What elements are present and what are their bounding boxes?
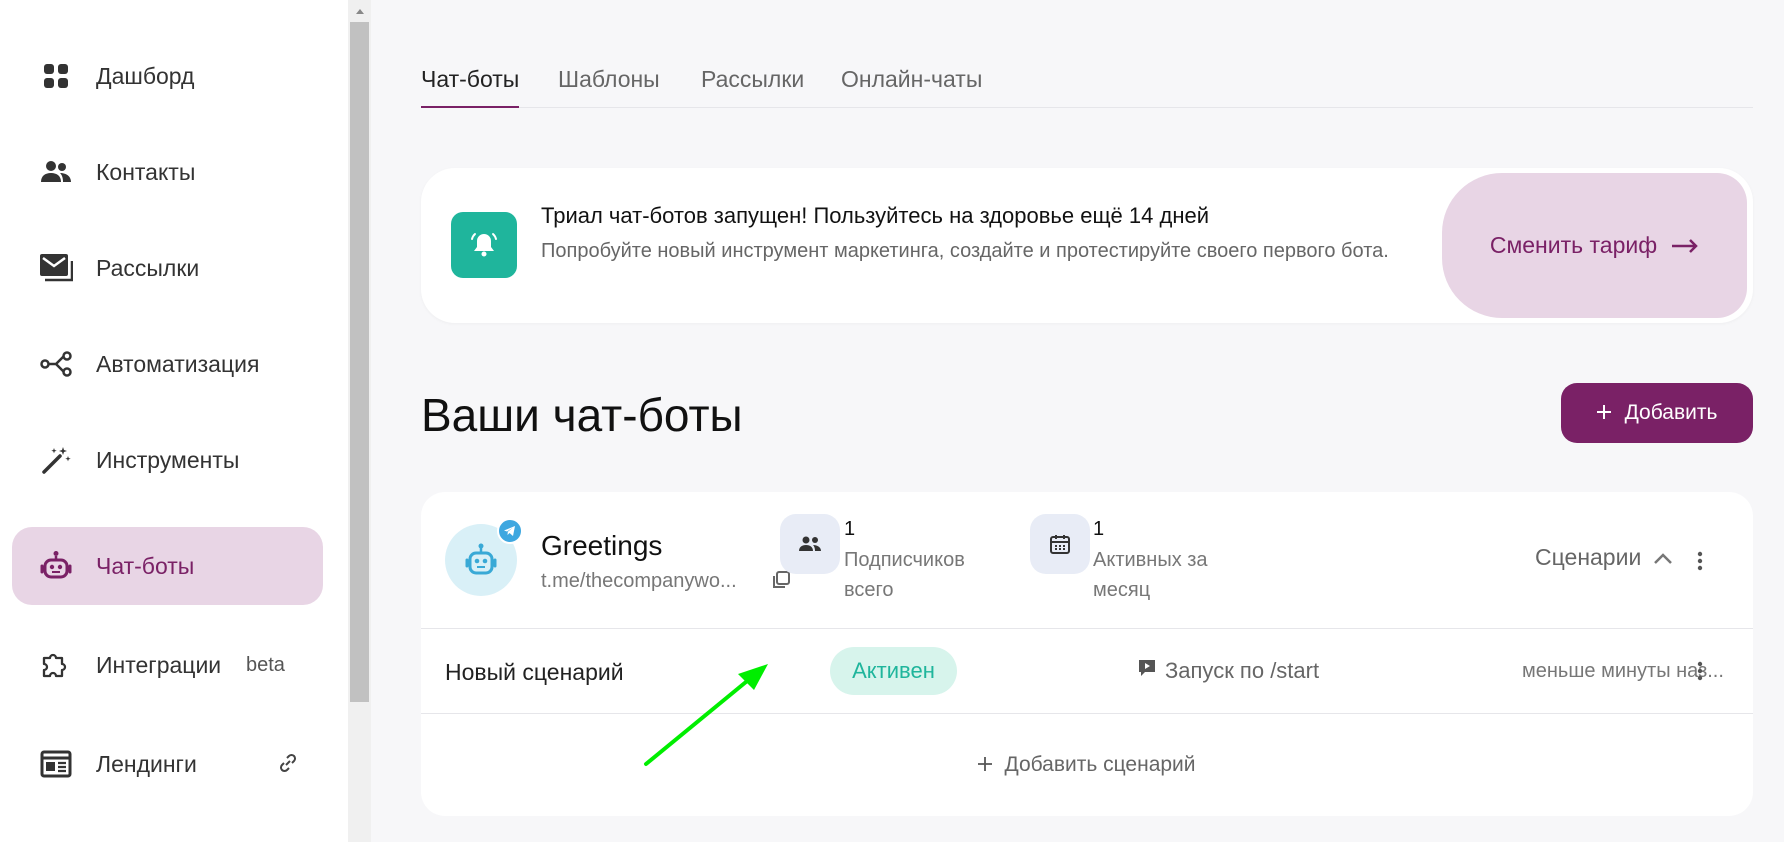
landing-icon [38, 746, 74, 782]
scenario-name[interactable]: Новый сценарий [445, 659, 624, 686]
sidebar-item-contacts[interactable]: Контакты [12, 133, 323, 211]
bot-name[interactable]: Greetings [541, 530, 662, 562]
subscribers-label: Подписчиков всего [844, 549, 965, 601]
copy-icon[interactable] [771, 570, 795, 594]
chatbot-header-row: Greetings t.me/thecompanywo... 1 Подписч… [421, 492, 1753, 629]
sidebar-scrollbar[interactable] [348, 0, 371, 842]
sidebar-item-automation[interactable]: Автоматизация [12, 325, 323, 403]
dashboard-icon [38, 58, 74, 94]
change-plan-button[interactable]: Сменить тариф [1442, 173, 1747, 318]
status-badge: Активен [830, 647, 957, 695]
add-scenario-label: Добавить сценарий [1004, 753, 1196, 776]
trial-banner: Триал чат-ботов запущен! Пользуйтесь на … [421, 168, 1753, 323]
main-content: Чат-боты Шаблоны Рассылки Онлайн-чаты Тр… [371, 0, 1784, 842]
sidebar-item-mailings[interactable]: Рассылки [12, 229, 323, 307]
puzzle-icon [38, 647, 74, 683]
bell-icon [451, 212, 517, 278]
sidebar-item-integrations[interactable]: Интеграции beta [12, 626, 323, 704]
banner-subtitle: Попробуйте новый инструмент маркетинга, … [541, 240, 1389, 262]
magic-wand-icon [38, 442, 74, 478]
banner-title: Триал чат-ботов запущен! Пользуйтесь на … [541, 203, 1209, 228]
active-count: 1 [1093, 518, 1105, 540]
tab-chatbots[interactable]: Чат-боты [421, 66, 520, 108]
add-scenario-button[interactable]: Добавить сценарий [421, 714, 1753, 816]
sidebar-item-tools[interactable]: Инструменты [12, 421, 323, 499]
sidebar-item-chatbots[interactable]: Чат-боты [12, 527, 323, 605]
change-plan-label: Сменить тариф [1489, 232, 1658, 258]
bot-link[interactable]: t.me/thecompanywo... [541, 570, 737, 593]
scroll-up-arrow-icon[interactable] [348, 0, 371, 22]
scenario-trigger: Запуск по /start [1137, 658, 1319, 684]
calendar-icon [1030, 514, 1090, 574]
mailings-icon [38, 250, 74, 286]
sidebar-item-label: Дашборд [96, 62, 195, 89]
scrollbar-thumb[interactable] [350, 22, 369, 702]
scenario-menu-icon[interactable] [1690, 657, 1710, 685]
tab-templates[interactable]: Шаблоны [558, 66, 660, 108]
trigger-icon [1137, 658, 1157, 684]
tab-mailings[interactable]: Рассылки [701, 66, 804, 108]
tab-online-chats[interactable]: Онлайн-чаты [841, 66, 982, 108]
sidebar-item-label: Автоматизация [96, 350, 260, 377]
sidebar-item-label: Рассылки [96, 254, 200, 281]
sidebar: Дашборд Контакты Рассылки Автоматизация … [0, 0, 348, 842]
sidebar-item-dashboard[interactable]: Дашборд [12, 37, 323, 115]
scenarios-toggle[interactable]: Сценарии [1535, 544, 1673, 571]
sidebar-item-landings[interactable]: Лендинги [12, 725, 323, 803]
tab-bar: Чат-боты Шаблоны Рассылки Онлайн-чаты [421, 58, 1753, 108]
telegram-icon [497, 518, 523, 544]
chatbot-card: Greetings t.me/thecompanywo... 1 Подписч… [421, 492, 1753, 816]
arrow-right-icon [1671, 232, 1699, 259]
beta-badge: beta [246, 653, 285, 676]
chevron-up-icon [1653, 544, 1673, 571]
sidebar-item-label: Лендинги [96, 750, 197, 777]
robot-icon [38, 548, 74, 584]
sidebar-item-label: Инструменты [96, 446, 240, 473]
page-title: Ваши чат-боты [421, 389, 743, 441]
plus-icon [1596, 401, 1611, 425]
sidebar-item-label: Контакты [96, 158, 196, 185]
subscribers-count: 1 [844, 518, 856, 540]
scenario-row[interactable]: Новый сценарий Активен Запуск по /start … [421, 629, 1753, 714]
sidebar-item-label: Интеграции [96, 651, 222, 678]
contacts-icon [38, 154, 74, 190]
sidebar-item-label: Чат-боты [96, 552, 195, 579]
add-button-label: Добавить [1624, 401, 1718, 424]
users-icon [780, 514, 840, 574]
scenarios-label: Сценарии [1535, 544, 1642, 570]
automation-icon [38, 346, 74, 382]
link-icon[interactable] [278, 753, 298, 779]
active-label: Активных за месяц [1093, 549, 1208, 601]
plus-icon [978, 753, 993, 777]
bot-menu-icon[interactable] [1690, 547, 1710, 575]
trigger-label: Запуск по /start [1165, 658, 1320, 683]
add-chatbot-button[interactable]: Добавить [1561, 383, 1753, 443]
bot-avatar [445, 518, 523, 596]
